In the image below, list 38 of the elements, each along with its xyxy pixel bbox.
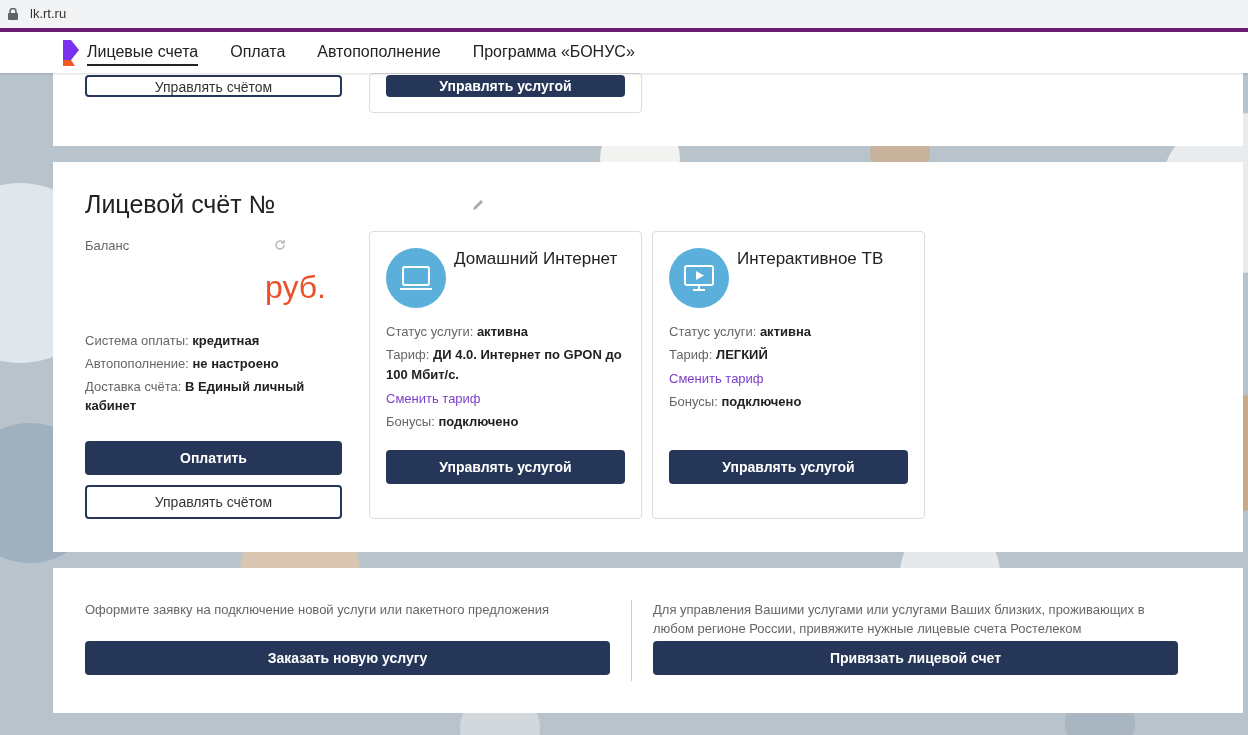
nav-tab[interactable]: Программа «БОНУС» [472,39,635,66]
pay-button[interactable]: Оплатить [85,441,342,475]
service-tariff: Тариф: ДИ 4.0. Интернет по GPON до 100 Мбит/с. [386,345,623,384]
account-detail: Автопополнение: не настроено [85,355,280,373]
lock-icon [8,8,18,20]
change-tariff-link[interactable]: Сменить тариф [386,386,625,410]
action-button[interactable]: Заказать новую услугу [85,641,610,675]
service-tariff: Тариф: ЛЕГКИЙ [669,345,769,364]
pencil-icon [471,197,485,212]
service-name: Домашний Интернет [454,247,618,270]
url-text: lk.rt.ru [30,5,67,24]
manage-service-button[interactable]: Управлять услугой [386,75,625,97]
nav-tab[interactable]: Лицевые счета [87,39,199,66]
manage-service-button[interactable]: Управлять услугой [669,449,908,484]
tv-play-icon [669,247,729,308]
nav-tab[interactable]: Автопополнение [317,39,441,66]
service-name: Интерактивное ТВ [737,247,884,270]
account-title: Лицевой счёт № [85,189,276,220]
change-tariff-link[interactable]: Сменить тариф [669,366,908,390]
logo-icon [63,39,79,66]
manage-account-button[interactable]: Управлять счётом [85,75,342,97]
account-detail: Система оплаты: кредитная [85,332,261,350]
manage-service-button[interactable]: Управлять услугой [386,449,625,484]
service-bonus: Бонусы: подключено [669,392,803,411]
action-text: Оформите заявку на подключение новой услуги или пакетного предложения [85,601,551,619]
refresh-icon [274,239,286,252]
manage-account-button[interactable]: Управлять счётом [85,485,342,519]
account-detail: Доставка счёта: В Единый личный кабинет [85,378,306,415]
service-status: Статус услуги: активна [386,322,530,341]
currency-label: руб. [265,268,326,307]
nav-tab[interactable]: Оплата [230,39,286,66]
service-bonus: Бонусы: подключено [386,412,520,431]
address-bar[interactable]: lk.rt.ru [0,0,1248,28]
action-button[interactable]: Привязать лицевой счет [653,641,1178,675]
balance-label: Баланс [85,236,130,255]
action-text: Для управления Вашими услугами или услугами Ваших близких, проживающих в любом регионе России, привяжите нужные лицевые счета Ростелеком [653,601,1146,638]
laptop-icon [386,247,446,308]
service-status: Статус услуги: активна [669,322,813,341]
